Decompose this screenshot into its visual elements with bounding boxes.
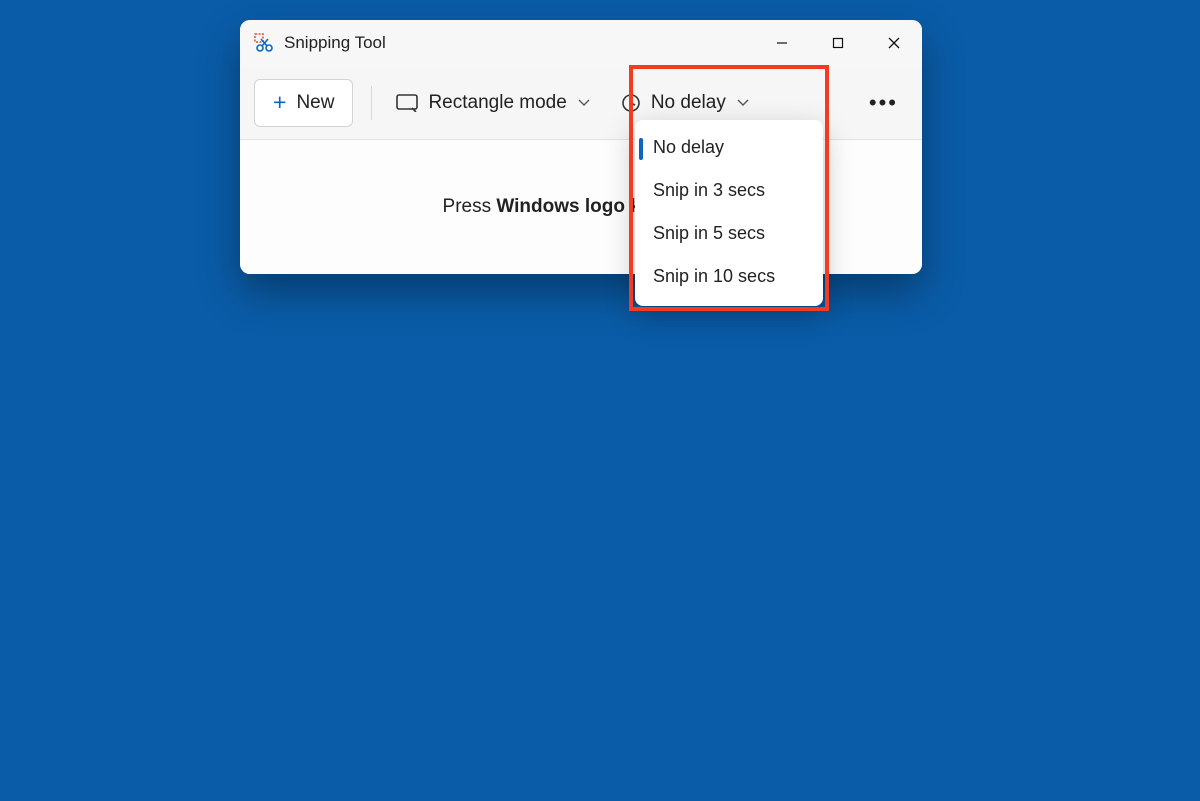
delay-option-label: Snip in 3 secs	[653, 180, 765, 200]
maximize-button[interactable]	[810, 20, 866, 66]
toolbar-divider	[371, 86, 372, 120]
delay-option-3s[interactable]: Snip in 3 secs	[635, 169, 823, 212]
close-button[interactable]	[866, 20, 922, 66]
delay-dropdown[interactable]: No delay	[615, 84, 756, 122]
delay-option-label: Snip in 5 secs	[653, 223, 765, 243]
window-controls	[754, 20, 922, 66]
titlebar: Snipping Tool	[240, 20, 922, 66]
new-button[interactable]: + New	[254, 79, 353, 127]
more-button[interactable]: •••	[859, 84, 908, 122]
rectangle-icon	[396, 94, 418, 112]
minimize-button[interactable]	[754, 20, 810, 66]
delay-option-label: No delay	[653, 137, 724, 157]
ellipsis-icon: •••	[869, 90, 898, 115]
delay-label: No delay	[651, 92, 726, 114]
plus-icon: +	[273, 91, 286, 114]
app-icon	[254, 33, 274, 53]
mode-label: Rectangle mode	[428, 92, 566, 114]
chevron-down-icon	[577, 96, 591, 110]
delay-option-label: Snip in 10 secs	[653, 266, 775, 286]
delay-option-5s[interactable]: Snip in 5 secs	[635, 212, 823, 255]
snip-mode-dropdown[interactable]: Rectangle mode	[390, 84, 596, 122]
clock-icon	[621, 93, 641, 113]
window-title: Snipping Tool	[284, 33, 386, 53]
delay-menu: No delay Snip in 3 secs Snip in 5 secs S…	[635, 120, 823, 306]
chevron-down-icon	[736, 96, 750, 110]
hint-prefix: Press	[443, 196, 497, 217]
new-button-label: New	[296, 92, 334, 114]
delay-option-10s[interactable]: Snip in 10 secs	[635, 255, 823, 298]
delay-option-no-delay[interactable]: No delay	[635, 126, 823, 169]
